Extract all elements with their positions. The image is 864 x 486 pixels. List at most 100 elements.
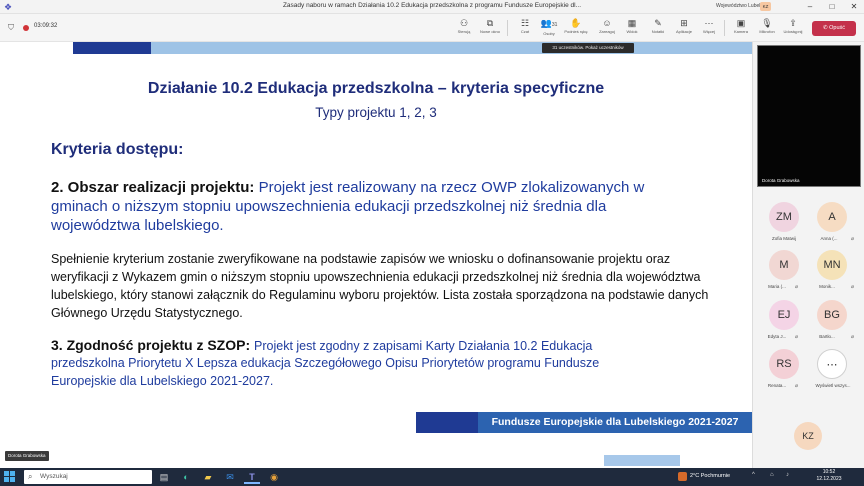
file-explorer-icon[interactable]: ▰ — [200, 470, 216, 484]
slide-header-bar-light — [151, 42, 752, 54]
show-all-label[interactable]: Wyświetl wszys... — [807, 383, 859, 388]
maximize-button[interactable]: □ — [822, 0, 842, 14]
criterion-2-verification: Spełnienie kryterium zostanie zweryfikow… — [51, 252, 709, 320]
mic-off-icon: ⌀ — [795, 334, 799, 340]
participants-panel: Dorota Grabowska ZM Zofia Matwij A Anna … — [752, 42, 864, 468]
meeting-toolbar: ⛉ 03:09:32 ⚇ Sterują ⧉ Nowe okno ☷ Czat 👥31… — [0, 14, 864, 42]
shield-icon[interactable]: ⛉ — [8, 23, 14, 33]
slide-subtitle: Typy projektu 1, 2, 3 — [315, 105, 437, 120]
weather-text[interactable]: 2°C Pochmurnie — [690, 473, 730, 479]
participant-name: Monik... — [819, 284, 835, 289]
share-icon: ⇪ — [789, 18, 797, 28]
slide-footer-band: Fundusze Europejskie dla Lubelskiego 202… — [478, 412, 752, 433]
new-window-button[interactable]: ⧉ Nowe okno — [477, 17, 503, 39]
view-button[interactable]: ▦ Widok — [619, 17, 645, 39]
grid-icon: ▦ — [627, 18, 637, 28]
leave-button[interactable]: ✆ Opuść — [812, 21, 856, 36]
weather-icon[interactable] — [678, 472, 687, 481]
account-avatar[interactable]: KZ — [760, 2, 771, 11]
people-icon: 👥31 — [540, 18, 558, 28]
slide-title: Działanie 10.2 Edukacja przedszkolna – k… — [147, 80, 605, 97]
control-icon: ⚇ — [459, 18, 469, 28]
criterion-3-title: 3. Zgodność projektu z SZOP: — [51, 337, 251, 353]
hand-icon: ✋ — [570, 18, 582, 28]
title-bar: ❖ Zasady naboru w ramach Działania 10.2 … — [0, 0, 864, 14]
section-title: Kryteria dostępu: — [51, 141, 184, 158]
recording-indicator-icon — [23, 25, 29, 31]
mic-off-icon: ⌀ — [795, 383, 799, 389]
participant-avatar[interactable]: EJ — [769, 300, 799, 330]
tray-chevron-icon[interactable]: ^ — [752, 472, 755, 478]
smiley-icon: ☺ — [602, 18, 612, 28]
new-window-icon: ⧉ — [486, 18, 494, 28]
slide-header-bar-dark — [73, 42, 151, 54]
participants-tooltip: 31 uczestników. Pokaż uczestników — [542, 43, 634, 53]
windows-start-icon[interactable] — [4, 471, 16, 483]
chrome-icon[interactable]: ◉ — [266, 470, 282, 484]
chat-icon: ☷ — [520, 18, 530, 28]
apps-icon: ⊞ — [680, 18, 688, 28]
camera-button[interactable]: ▣ Kamera — [728, 17, 754, 39]
edge-icon[interactable]: ◐ — [178, 470, 194, 484]
clock-date: 12.12.2023 — [816, 476, 842, 482]
minimize-button[interactable]: – — [800, 0, 820, 14]
more-button[interactable]: ⋯ Więcej — [696, 17, 722, 39]
network-icon[interactable]: ⌂ — [770, 472, 774, 478]
search-icon: ⌕ — [28, 472, 33, 481]
taskbar-search-box[interactable]: ⌕ Wyszukaj — [24, 470, 152, 484]
participant-avatar[interactable]: A — [817, 202, 847, 232]
participant-avatar[interactable]: ZM — [769, 202, 799, 232]
raise-hand-button[interactable]: ✋ Podnieś rękę — [563, 17, 589, 39]
criterion-3-line-3: Europejskie dla Lubelskiego 2021-2027. — [51, 374, 274, 388]
criterion-2-line-3: województwa lubelskiego. — [51, 217, 224, 234]
windows-taskbar: ⌕ Wyszukaj ▤ ◐ ▰ ✉ T ◉ 2°C Pochmurnie ^ … — [0, 468, 864, 486]
slide-progress-strip — [604, 455, 680, 466]
microphone-button[interactable]: 🎙 Mikrofon — [754, 17, 780, 39]
mic-off-icon: ⌀ — [851, 236, 855, 242]
people-button[interactable]: 👥31 Osoby — [536, 17, 562, 39]
presenter-name-label: Dorota Grabowska — [5, 451, 49, 461]
search-placeholder: Wyszukaj — [40, 473, 68, 480]
meeting-timer: 03:09:32 — [34, 23, 58, 29]
microphone-icon: 🎙 — [761, 18, 773, 28]
close-button[interactable]: ✕ — [844, 0, 864, 14]
camera-icon: ▣ — [736, 18, 746, 28]
participant-name: Maria (... — [768, 284, 786, 289]
show-all-participants-button[interactable]: ⋯ — [817, 349, 847, 379]
teams-icon[interactable]: T — [244, 470, 260, 484]
taskbar-clock[interactable]: 10:52 12.12.2023 — [816, 469, 842, 483]
chat-button[interactable]: ☷ Czat — [512, 17, 538, 39]
slide-footer-bar-dark — [416, 412, 478, 433]
criterion-2-title: 2. Obszar realizacji projektu: — [51, 179, 255, 196]
participant-name: Bartło... — [819, 334, 835, 339]
notes-button[interactable]: ✎ Notatki — [645, 17, 671, 39]
participant-avatar[interactable]: BG — [817, 300, 847, 330]
control-button[interactable]: ⚇ Sterują — [451, 17, 477, 39]
self-avatar[interactable]: KZ — [794, 422, 822, 450]
react-button[interactable]: ☺ Zareaguj — [594, 17, 620, 39]
video-tile-name: Dorota Grabowska — [762, 178, 800, 183]
apps-button[interactable]: ⊞ Aplikacje — [671, 17, 697, 39]
share-button[interactable]: ⇪ Udostępnij — [780, 17, 806, 39]
presenter-video-tile[interactable]: Dorota Grabowska — [757, 45, 861, 187]
participant-avatar[interactable]: RS — [769, 349, 799, 379]
criterion-2-line-2: gminach o niższym stopniu upowszechnieni… — [51, 198, 607, 215]
participant-name: Zofia Matwij — [771, 236, 796, 241]
participant-name: Edyta J... — [767, 334, 787, 339]
outlook-icon[interactable]: ✉ — [222, 470, 238, 484]
clock-time: 10:52 — [822, 469, 836, 475]
task-view-icon[interactable]: ▤ — [156, 470, 172, 484]
criterion-2-line-1: 2. Obszar realizacji projektu: Projekt j… — [51, 179, 645, 196]
mic-off-icon: ⌀ — [795, 284, 799, 290]
volume-icon[interactable]: ♪ — [786, 472, 789, 478]
participant-name: Renata... — [767, 383, 787, 388]
criterion-3-line-1: 3. Zgodność projektu z SZOP: Projekt jes… — [51, 337, 593, 353]
criterion-3-line-2: przedszkolna Priorytetu X Lepsza edukacj… — [51, 356, 600, 370]
participant-name: Anna (... — [820, 236, 838, 241]
participant-avatar[interactable]: M — [769, 250, 799, 280]
shared-slide: Działanie 10.2 Edukacja przedszkolna – k… — [0, 42, 752, 468]
teams-meeting-window: ❖ Zasady naboru w ramach Działania 10.2 … — [0, 0, 864, 486]
participant-count: 31 — [551, 22, 558, 28]
participant-avatar[interactable]: MN — [817, 250, 847, 280]
mic-off-icon: ⌀ — [851, 334, 855, 340]
